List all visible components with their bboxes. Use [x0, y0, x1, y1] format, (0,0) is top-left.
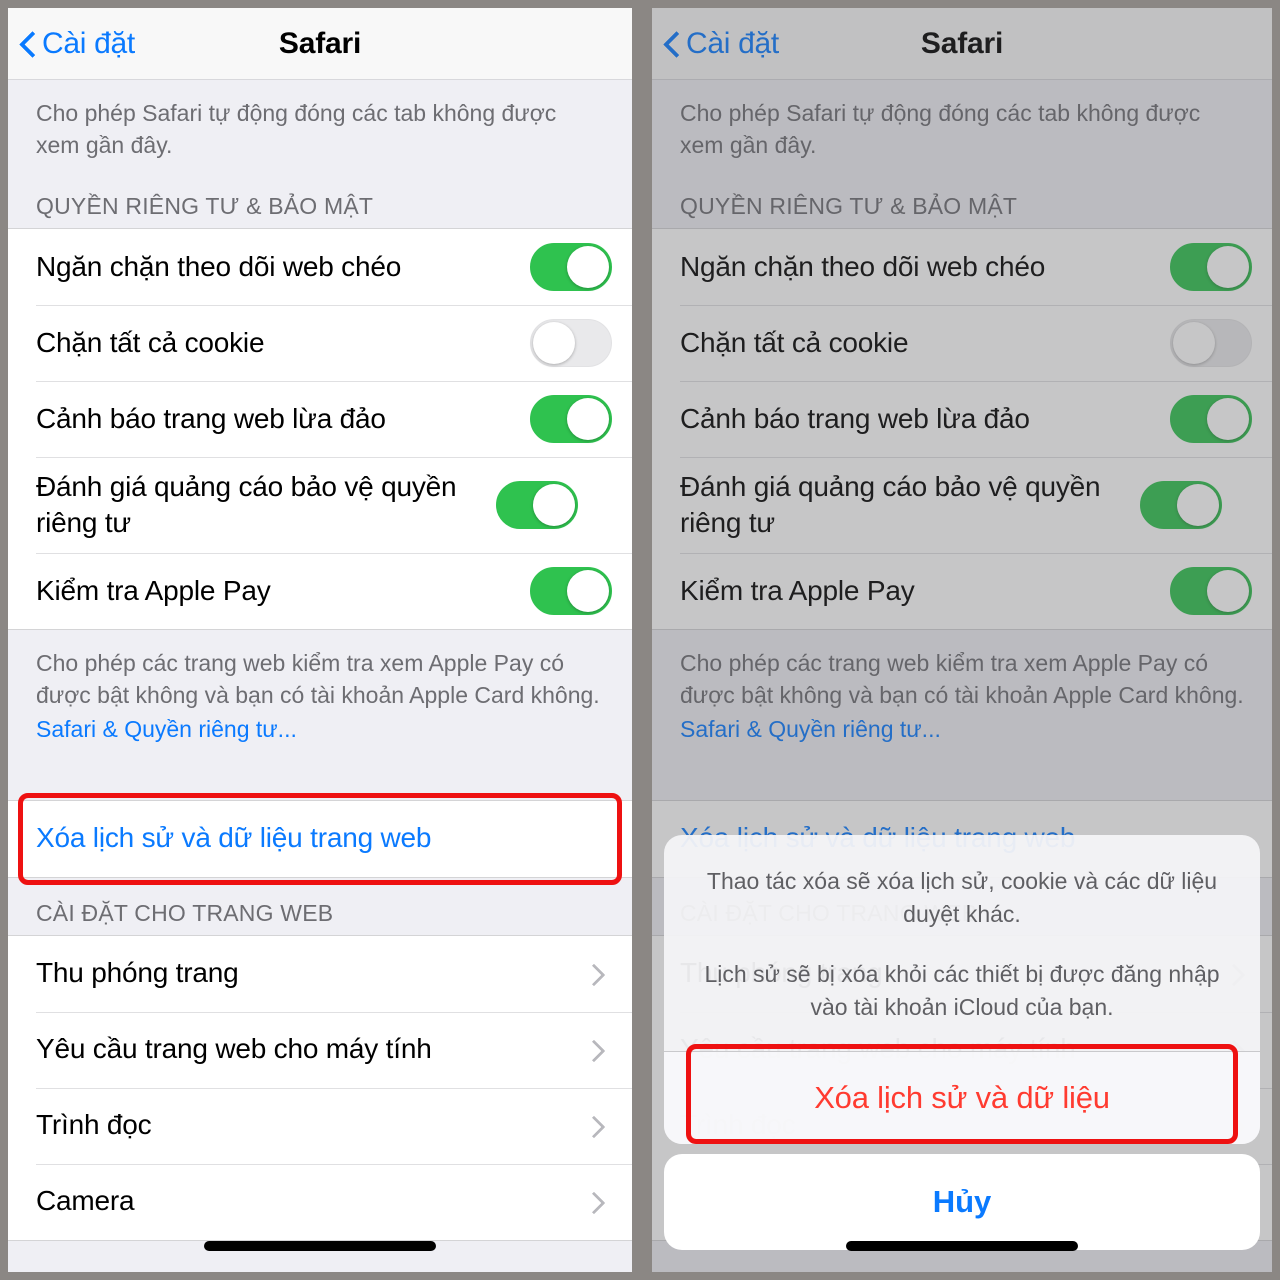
safari-privacy-link[interactable]: Safari & Quyền riêng tư... [36, 714, 604, 746]
navigation-bar: Cài đặt Safari [8, 8, 632, 80]
auto-close-tabs-note: Cho phép Safari tự động đóng các tab khô… [652, 80, 1272, 171]
auto-close-tabs-note: Cho phép Safari tự động đóng các tab khô… [8, 80, 632, 171]
back-button-label: Cài đặt [42, 26, 135, 60]
row-label: Kiểm tra Apple Pay [680, 575, 915, 607]
row-reader[interactable]: Trình đọc [8, 1087, 632, 1164]
toggle-privacy-preserving-ad-measurement[interactable] [496, 481, 578, 530]
apple-pay-note: Cho phép các trang web kiểm tra xem Appl… [8, 630, 632, 755]
toggle-block-all-cookies[interactable] [1170, 319, 1252, 368]
screenshot-stage: Cài đặt Safari Cho phép Safari tự động đ… [0, 0, 1280, 1280]
chevron-right-icon [586, 1193, 604, 1211]
row-label: Ngăn chặn theo dõi web chéo [680, 251, 1046, 283]
toggle-knob [533, 322, 575, 365]
row-label: Đánh giá quảng cáo bảo vệ quyền riêng tư [36, 471, 457, 539]
safari-privacy-link[interactable]: Safari & Quyền riêng tư... [680, 714, 1244, 746]
back-button[interactable]: Cài đặt [8, 27, 135, 61]
toggle-check-for-apple-pay[interactable] [1170, 567, 1252, 616]
row-label: Ngăn chặn theo dõi web chéo [36, 251, 402, 283]
privacy-settings-list: Ngăn chặn theo dõi web chéo Chặn tất cả … [652, 228, 1272, 631]
apple-pay-note: Cho phép các trang web kiểm tra xem Appl… [652, 630, 1272, 755]
row-block-all-cookies[interactable]: Chặn tất cả cookie [652, 305, 1272, 382]
row-label: Camera [36, 1185, 135, 1217]
row-label: Trình đọc [36, 1109, 152, 1141]
row-label: Xóa lịch sử và dữ liệu trang web [36, 822, 432, 854]
toggle-knob [1177, 484, 1219, 527]
clear-history-row-wrapper: Xóa lịch sử và dữ liệu trang web [8, 792, 632, 885]
row-check-for-apple-pay[interactable]: Kiểm tra Apple Pay [652, 553, 1272, 630]
home-indicator[interactable] [204, 1241, 436, 1251]
safari-settings-screen: Cài đặt Safari Cho phép Safari tự động đ… [8, 8, 632, 1272]
row-label: Yêu cầu trang web cho máy tính [36, 1033, 432, 1065]
privacy-section-header: QUYỀN RIÊNG TƯ & BẢO MẬT [36, 193, 374, 220]
row-privacy-preserving-ad-measurement[interactable]: Đánh giá quảng cáo bảo vệ quyền riêng tư [8, 457, 632, 554]
action-sheet-message-line2: Lịch sử sẽ bị xóa khỏi các thiết bị được… [704, 960, 1220, 1021]
toggle-knob [567, 398, 609, 441]
row-request-desktop-website[interactable]: Yêu cầu trang web cho máy tính [8, 1011, 632, 1088]
row-label: Chặn tất cả cookie [680, 327, 909, 359]
toggle-prevent-cross-site-tracking[interactable] [1170, 243, 1252, 292]
row-label: Thu phóng trang [36, 957, 239, 989]
privacy-section-header: QUYỀN RIÊNG TƯ & BẢO MẬT [680, 193, 1018, 220]
back-button-label: Cài đặt [686, 26, 779, 60]
apple-pay-note-text: Cho phép các trang web kiểm tra xem Appl… [36, 650, 600, 709]
action-sheet-holder: Thao tác xóa sẽ xóa lịch sử, cookie và c… [664, 834, 1260, 1144]
apple-pay-note-text: Cho phép các trang web kiểm tra xem Appl… [680, 650, 1244, 709]
safari-settings-screen-dimmed: Cài đặt Safari Cho phép Safari tự động đ… [652, 8, 1272, 1272]
website-settings-header: CÀI ĐẶT CHO TRANG WEB [36, 899, 334, 926]
website-settings-list: Thu phóng trang Yêu cầu trang web cho má… [8, 934, 632, 1241]
home-indicator-area [652, 1220, 1272, 1272]
toggle-prevent-cross-site-tracking[interactable] [530, 243, 612, 292]
home-indicator[interactable] [846, 1241, 1078, 1251]
row-privacy-preserving-ad-measurement[interactable]: Đánh giá quảng cáo bảo vệ quyền riêng tư [652, 457, 1272, 554]
clear-history-action-sheet: Thao tác xóa sẽ xóa lịch sử, cookie và c… [652, 834, 1272, 1272]
phone-screenshot-right: Cài đặt Safari Cho phép Safari tự động đ… [640, 0, 1280, 1280]
toggle-privacy-preserving-ad-measurement[interactable] [1140, 481, 1222, 530]
row-fraudulent-website-warning[interactable]: Cảnh báo trang web lừa đảo [8, 381, 632, 458]
action-sheet-message-line1: Thao tác xóa sẽ xóa lịch sử, cookie và c… [706, 867, 1218, 928]
toggle-block-all-cookies[interactable] [530, 319, 612, 368]
toggle-knob [1207, 246, 1249, 289]
clear-history-confirm-button[interactable]: Xóa lịch sử và dữ liệu [664, 1052, 1260, 1144]
navigation-bar: Cài đặt Safari [652, 8, 1272, 80]
toggle-knob [567, 570, 609, 613]
row-clear-history-and-website-data[interactable]: Xóa lịch sử và dữ liệu trang web [8, 800, 632, 877]
privacy-settings-list: Ngăn chặn theo dõi web chéo Chặn tất cả … [8, 228, 632, 631]
row-prevent-cross-site-tracking[interactable]: Ngăn chặn theo dõi web chéo [8, 229, 632, 306]
toggle-fraudulent-website-warning[interactable] [1170, 395, 1252, 444]
back-button[interactable]: Cài đặt [652, 27, 779, 61]
toggle-knob [567, 246, 609, 289]
toggle-knob [1173, 322, 1215, 365]
toggle-knob [533, 484, 575, 527]
action-sheet-message: Thao tác xóa sẽ xóa lịch sử, cookie và c… [664, 835, 1260, 1052]
row-label: Cảnh báo trang web lừa đảo [36, 403, 386, 435]
row-label: Cảnh báo trang web lừa đảo [680, 403, 1030, 435]
row-page-zoom[interactable]: Thu phóng trang [8, 935, 632, 1012]
row-prevent-cross-site-tracking[interactable]: Ngăn chặn theo dõi web chéo [652, 229, 1272, 306]
row-fraudulent-website-warning[interactable]: Cảnh báo trang web lừa đảo [652, 381, 1272, 458]
action-sheet-panel: Thao tác xóa sẽ xóa lịch sử, cookie và c… [664, 834, 1260, 1144]
toggle-check-for-apple-pay[interactable] [530, 567, 612, 616]
row-check-for-apple-pay[interactable]: Kiểm tra Apple Pay [8, 553, 632, 630]
auto-close-tabs-note-text: Cho phép Safari tự động đóng các tab khô… [36, 100, 557, 158]
toggle-knob [1207, 570, 1249, 613]
row-label: Chặn tất cả cookie [36, 327, 265, 359]
chevron-left-icon [664, 30, 680, 58]
row-label: Kiểm tra Apple Pay [36, 575, 271, 607]
phone-screenshot-left: Cài đặt Safari Cho phép Safari tự động đ… [0, 0, 640, 1280]
chevron-right-icon [586, 965, 604, 983]
toggle-knob [1207, 398, 1249, 441]
chevron-right-icon [586, 1117, 604, 1135]
clear-history-list: Xóa lịch sử và dữ liệu trang web [8, 799, 632, 878]
row-block-all-cookies[interactable]: Chặn tất cả cookie [8, 305, 632, 382]
home-indicator-area [8, 1220, 632, 1272]
row-label: Đánh giá quảng cáo bảo vệ quyền riêng tư [680, 471, 1101, 539]
toggle-fraudulent-website-warning[interactable] [530, 395, 612, 444]
chevron-right-icon [586, 1041, 604, 1059]
auto-close-tabs-note-text: Cho phép Safari tự động đóng các tab khô… [680, 100, 1201, 158]
chevron-left-icon [20, 30, 36, 58]
